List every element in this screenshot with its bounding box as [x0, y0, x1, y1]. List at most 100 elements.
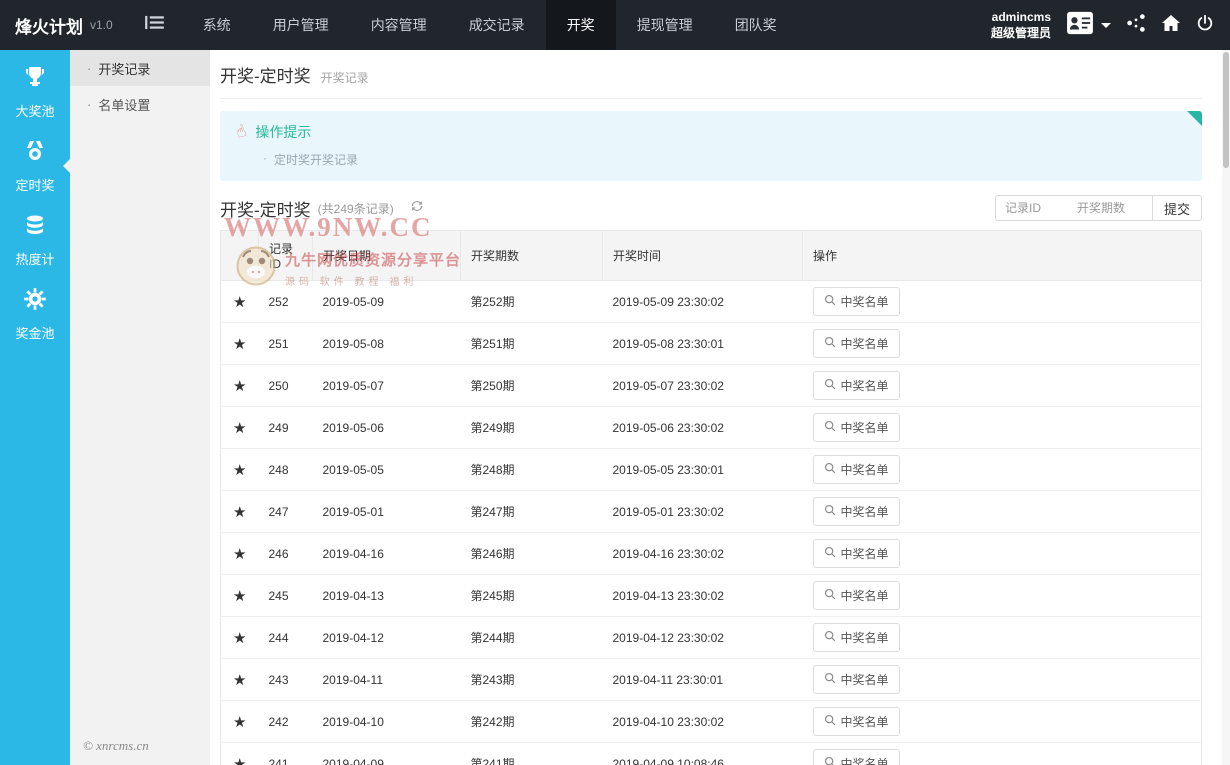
draw-time-cell: 2019-05-05 23:30:01: [603, 449, 803, 491]
search-icon: [824, 420, 836, 435]
sidebar-item-label: 大奖池: [15, 101, 54, 120]
draw-period-link[interactable]: 第248期: [461, 449, 603, 491]
topbar-nav-item[interactable]: 团队奖: [714, 0, 798, 50]
draw-period-link[interactable]: 第242期: [461, 701, 603, 743]
topbar-nav-item[interactable]: 用户管理: [252, 0, 350, 50]
table-row: ★ 242 2019-04-10 第242期 2019-04-10 23:30:…: [221, 701, 1202, 743]
draw-date-cell: 2019-04-12: [313, 617, 461, 659]
winners-list-button[interactable]: 中奖名单: [813, 497, 900, 526]
table-row: ★ 241 2019-04-09 第241期 2019-04-09 10:08:…: [221, 743, 1202, 765]
star-icon[interactable]: ★: [233, 336, 246, 353]
table-header-row: 记录ID 开奖日期 开奖期数 开奖时间 操作: [221, 231, 1202, 281]
star-icon[interactable]: ★: [233, 756, 246, 765]
topbar-right: admincms 超级管理员: [991, 0, 1230, 50]
col-draw-time: 开奖时间: [603, 231, 803, 281]
draw-period-link[interactable]: 第241期: [461, 743, 603, 765]
winners-list-button[interactable]: 中奖名单: [813, 749, 900, 765]
search-bar: 提交: [995, 195, 1202, 221]
star-icon[interactable]: ★: [233, 378, 246, 395]
logout-button[interactable]: [1196, 14, 1214, 37]
home-icon: [1161, 13, 1181, 38]
draw-period-link[interactable]: 第251期: [461, 323, 603, 365]
draw-date-cell: 2019-04-10: [313, 701, 461, 743]
star-icon[interactable]: ★: [233, 420, 246, 437]
draw-date-cell: 2019-05-05: [313, 449, 461, 491]
winners-list-button[interactable]: 中奖名单: [813, 665, 900, 694]
home-button[interactable]: [1161, 13, 1181, 38]
star-icon[interactable]: ★: [233, 294, 246, 311]
star-icon[interactable]: ★: [233, 462, 246, 479]
refresh-button[interactable]: [410, 199, 424, 218]
winners-list-button[interactable]: 中奖名单: [813, 623, 900, 652]
user-info[interactable]: admincms 超级管理员: [991, 9, 1051, 41]
draw-period-link[interactable]: 第245期: [461, 575, 603, 617]
draw-date-cell: 2019-04-16: [313, 533, 461, 575]
bullet-icon: ·: [87, 61, 91, 76]
star-icon[interactable]: ★: [233, 546, 246, 563]
draw-period-link[interactable]: 第252期: [461, 281, 603, 323]
draw-period-link[interactable]: 第246期: [461, 533, 603, 575]
timed-award-icon: [23, 139, 47, 168]
winners-list-button[interactable]: 中奖名单: [813, 539, 900, 568]
star-icon[interactable]: ★: [233, 630, 246, 647]
topbar-nav-item[interactable]: 成交记录: [448, 0, 546, 50]
winners-list-button[interactable]: 中奖名单: [813, 707, 900, 736]
record-id-cell: 246: [259, 533, 313, 575]
topbar-nav-item[interactable]: 提现管理: [616, 0, 714, 50]
submenu-item-label: 开奖记录: [98, 59, 150, 78]
submenu-item[interactable]: · 名单设置: [70, 86, 210, 122]
table-row: ★ 252 2019-05-09 第252期 2019-05-09 23:30:…: [221, 281, 1202, 323]
record-count: (共249条记录): [318, 200, 394, 217]
star-icon[interactable]: ★: [233, 504, 246, 521]
draw-time-cell: 2019-04-12 23:30:02: [603, 617, 803, 659]
winners-list-label: 中奖名单: [841, 503, 889, 520]
winners-list-button[interactable]: 中奖名单: [813, 371, 900, 400]
star-icon[interactable]: ★: [233, 588, 246, 605]
bullet-icon: ·: [263, 151, 267, 168]
sidebar-item-label: 定时奖: [15, 175, 54, 194]
sidebar-item-timed-award[interactable]: 定时奖: [0, 129, 70, 203]
submit-button[interactable]: 提交: [1152, 196, 1201, 220]
search-icon: [824, 630, 836, 645]
draw-period-link[interactable]: 第250期: [461, 365, 603, 407]
submenu-item-label: 名单设置: [98, 95, 150, 114]
record-id-input[interactable]: [996, 196, 1068, 220]
winners-list-button[interactable]: 中奖名单: [813, 455, 900, 484]
draw-period-link[interactable]: 第244期: [461, 617, 603, 659]
scrollbar-thumb[interactable]: [1223, 52, 1229, 168]
draw-date-cell: 2019-04-13: [313, 575, 461, 617]
share-icon: [1126, 13, 1146, 38]
sidebar-item-prize-pool[interactable]: 大奖池: [0, 55, 70, 129]
draw-period-link[interactable]: 第247期: [461, 491, 603, 533]
winners-list-button[interactable]: 中奖名单: [813, 287, 900, 316]
submenu-item[interactable]: · 开奖记录: [70, 50, 210, 86]
table-row: ★ 250 2019-05-07 第250期 2019-05-07 23:30:…: [221, 365, 1202, 407]
page-title: 开奖-定时奖: [220, 62, 311, 87]
topbar-nav-item[interactable]: 开奖: [546, 0, 616, 50]
record-id-cell: 247: [259, 491, 313, 533]
table-row: ★ 246 2019-04-16 第246期 2019-04-16 23:30:…: [221, 533, 1202, 575]
user-menu-button[interactable]: [1066, 11, 1111, 40]
draw-period-link[interactable]: 第249期: [461, 407, 603, 449]
prize-pool-icon: [23, 65, 47, 94]
search-icon: [824, 546, 836, 561]
draw-time-cell: 2019-05-09 23:30:02: [603, 281, 803, 323]
draw-date-cell: 2019-05-07: [313, 365, 461, 407]
topbar-nav-item[interactable]: 系统: [182, 0, 252, 50]
winners-list-button[interactable]: 中奖名单: [813, 581, 900, 610]
star-icon[interactable]: ★: [233, 714, 246, 731]
winners-list-button[interactable]: 中奖名单: [813, 329, 900, 358]
sidebar-item-heat-meter[interactable]: 热度计: [0, 203, 70, 277]
winners-list-button[interactable]: 中奖名单: [813, 413, 900, 442]
share-button[interactable]: [1126, 13, 1146, 38]
draw-time-cell: 2019-04-16 23:30:02: [603, 533, 803, 575]
period-input[interactable]: [1068, 196, 1152, 220]
sidebar-item-bonus-pool[interactable]: 奖金池: [0, 277, 70, 351]
topbar-nav-item[interactable]: 内容管理: [350, 0, 448, 50]
menu-toggle-button[interactable]: [127, 0, 182, 50]
corner-fold-icon: [1187, 111, 1202, 126]
star-icon[interactable]: ★: [233, 672, 246, 689]
scrollbar[interactable]: [1222, 50, 1230, 765]
sidebar: 大奖池 定时奖 热度计 奖金池: [0, 50, 70, 765]
draw-period-link[interactable]: 第243期: [461, 659, 603, 701]
